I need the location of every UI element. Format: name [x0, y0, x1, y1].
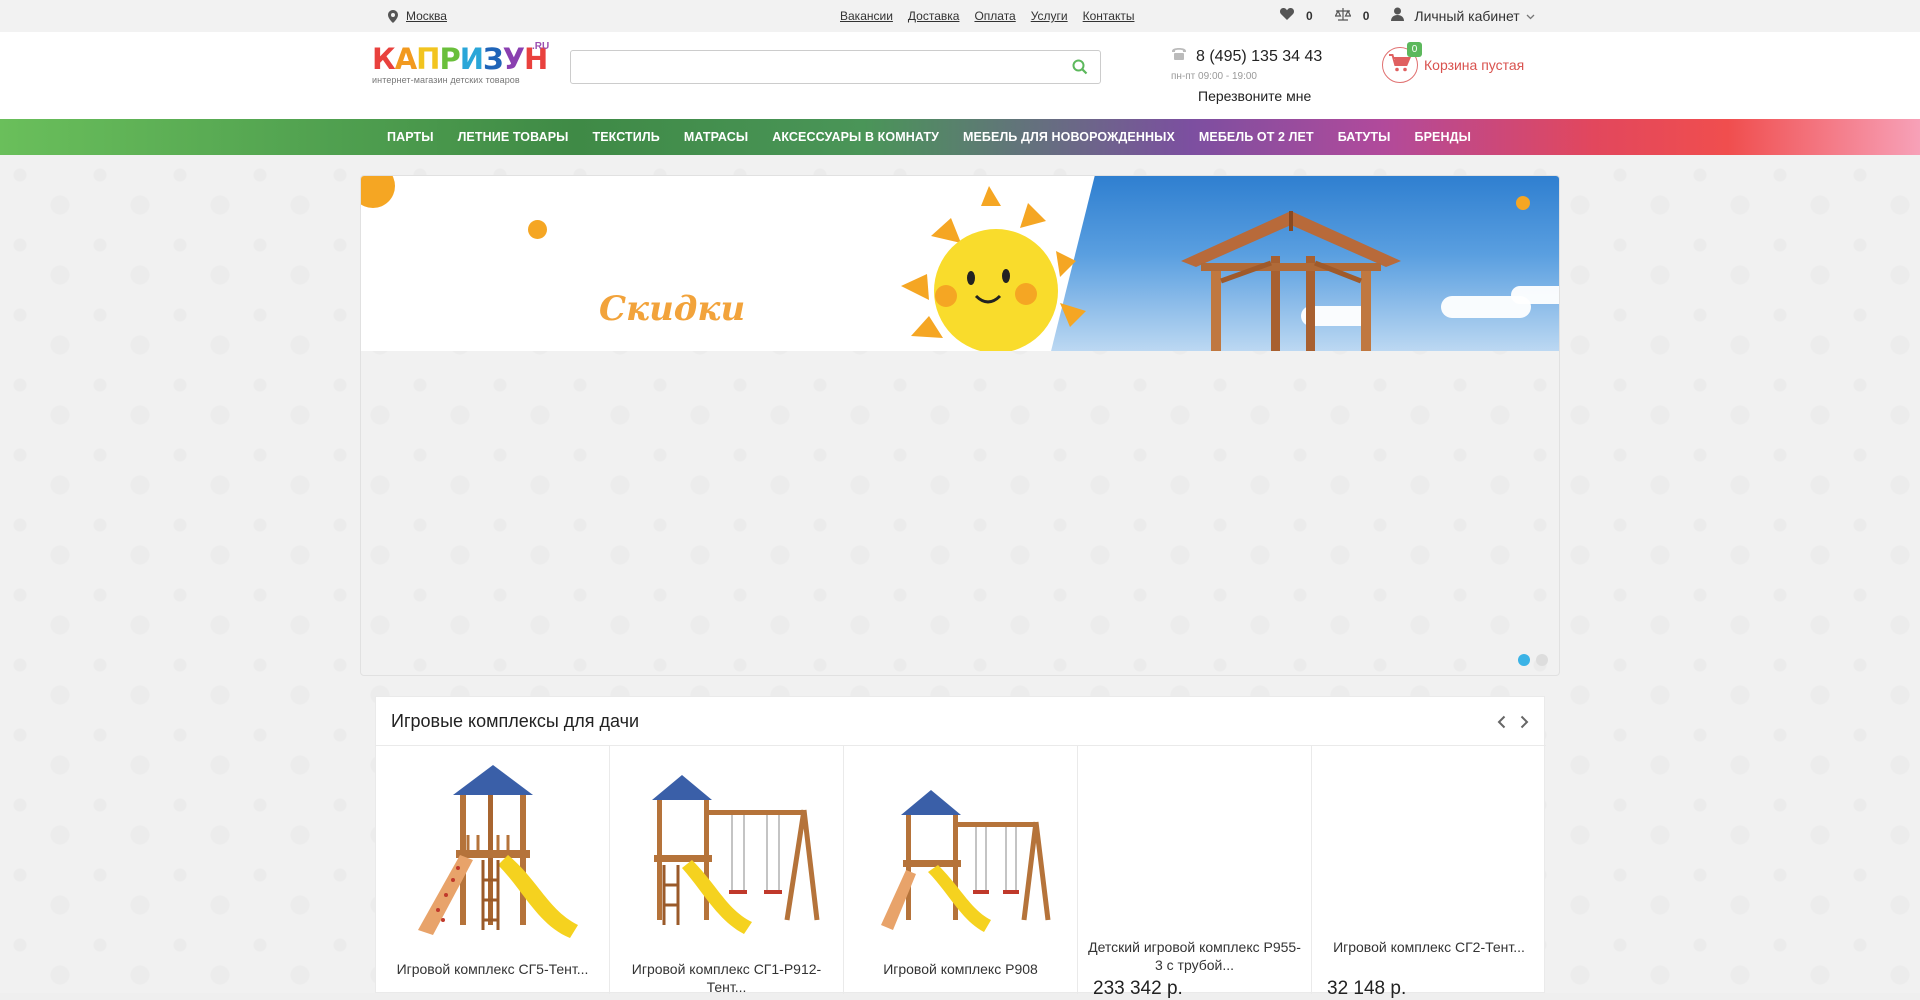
product-card[interactable]: Игровой комплекс Р908 [844, 746, 1078, 994]
location-pin-icon [388, 9, 398, 23]
menu-item-textile[interactable]: Текстиль [592, 130, 659, 144]
sun-illustration [901, 186, 1086, 351]
product-price: 233 342 р. [1093, 978, 1183, 999]
chevron-down-icon[interactable] [1526, 9, 1535, 23]
product-name[interactable]: Игровой комплекс СГ1-Р912-Тент... [618, 960, 835, 996]
product-price: 32 148 р. [1327, 978, 1407, 999]
product-name[interactable]: Игровой комплекс СГ2-Тент... [1320, 938, 1538, 956]
chevron-right-icon[interactable] [1520, 715, 1529, 734]
banner-sale-text: Скидки [599, 289, 746, 329]
main-menu: Парты Летние товары Текстиль Матрасы Акс… [0, 119, 1920, 155]
compare-scales-icon[interactable] [1334, 7, 1352, 24]
menu-item-trampolines[interactable]: Батуты [1338, 130, 1391, 144]
top-nav-contacts[interactable]: Контакты [1083, 9, 1135, 23]
logo-word: КАПРИЗУН [372, 42, 548, 76]
logo-suffix: .RU [532, 41, 550, 52]
user-icon[interactable] [1391, 7, 1405, 24]
city-link[interactable]: Москва [406, 9, 447, 23]
phone-icon [1170, 47, 1188, 66]
site-logo[interactable]: КАПРИЗУН .RU интернет-магазин детских то… [372, 41, 552, 93]
carousel-title: Игровые комплексы для дачи [391, 711, 640, 731]
logo-tagline: интернет-магазин детских товаров [372, 75, 520, 85]
city-selector[interactable]: Москва [388, 9, 447, 23]
top-nav-delivery[interactable]: Доставка [908, 9, 960, 23]
search-box [570, 50, 1101, 84]
carousel-arrows [1497, 715, 1529, 734]
cloud [1511, 286, 1559, 304]
cart-count-badge: 0 [1407, 42, 1422, 57]
menu-item-furniture-2plus[interactable]: Мебель от 2 лет [1199, 130, 1314, 144]
cart-icon [1389, 53, 1412, 77]
promo-banner[interactable]: Скидки [361, 176, 1559, 351]
favorites-count: 0 [1306, 8, 1313, 23]
site-header: КАПРИЗУН .RU интернет-магазин детских то… [0, 32, 1920, 119]
product-name[interactable]: Детский игровой комплекс Р955-3 с трубой… [1086, 938, 1303, 974]
promo-slider[interactable]: Скидки [360, 175, 1560, 676]
phone-number[interactable]: 8 (495) 135 34 43 [1196, 48, 1322, 66]
product-card[interactable]: Игровой комплекс СГ5-Тент... [376, 746, 610, 994]
decor-dot [1516, 196, 1530, 210]
top-nav: Вакансии Доставка Оплата Услуги Контакты [840, 9, 1134, 23]
product-list: Игровой комплекс СГ5-Тент... Игровой ком… [376, 746, 1546, 999]
working-hours: пн-пт 09:00 - 19:00 [1171, 71, 1257, 82]
product-image-play-tower-swings[interactable] [632, 760, 822, 940]
slider-dot[interactable] [1518, 654, 1530, 666]
menu-item-brands[interactable]: Бренды [1415, 130, 1471, 144]
menu-item-desks[interactable]: Парты [387, 130, 434, 144]
phone-block: 8 (495) 135 34 43 [1170, 47, 1322, 66]
menu-item-mattresses[interactable]: Матрасы [684, 130, 748, 144]
decor-dot [361, 176, 395, 208]
product-image-play-tower-swings-small[interactable] [866, 760, 1056, 940]
slider-dot[interactable] [1536, 654, 1548, 666]
search-input[interactable] [571, 51, 1051, 83]
product-card[interactable]: Детский игровой комплекс Р955-3 с трубой… [1078, 746, 1312, 999]
cart-label[interactable]: Корзина пустая [1424, 57, 1524, 73]
top-right-tools: 0 0 Личный кабинет [1280, 7, 1535, 24]
top-nav-payment[interactable]: Оплата [974, 9, 1015, 23]
product-name[interactable]: Игровой комплекс Р908 [852, 960, 1069, 978]
top-nav-services[interactable]: Услуги [1031, 9, 1068, 23]
compare-count: 0 [1362, 8, 1370, 23]
heart-icon[interactable] [1280, 7, 1294, 23]
product-card[interactable]: Игровой комплекс СГ2-Тент... 32 148 р. [1312, 746, 1546, 999]
gazebo-illustration [1181, 211, 1401, 351]
menu-item-room-accessories[interactable]: Аксессуары в комнату [772, 130, 939, 144]
callback-link[interactable]: Перезвоните мне [1198, 88, 1311, 104]
cart-icon-wrapper[interactable]: 0 [1382, 42, 1422, 83]
product-card[interactable]: Игровой комплекс СГ1-Р912-Тент... [610, 746, 844, 996]
top-bar: Москва Вакансии Доставка Оплата Услуги К… [0, 0, 1920, 32]
cart-widget[interactable]: 0 Корзина пустая [1382, 42, 1524, 83]
decor-dot [528, 220, 547, 239]
account-link[interactable]: Личный кабинет [1414, 8, 1519, 24]
product-image-play-tower-climbing-wall[interactable] [398, 760, 588, 940]
top-nav-vacancies[interactable]: Вакансии [840, 9, 893, 23]
menu-item-newborn-furniture[interactable]: Мебель для новорожденных [963, 130, 1175, 144]
product-carousel: Игровые комплексы для дачи Игровой компл… [375, 696, 1546, 999]
product-name[interactable]: Игровой комплекс СГ5-Тент... [384, 960, 601, 978]
menu-item-summer-goods[interactable]: Летние товары [458, 130, 569, 144]
search-icon[interactable] [1072, 59, 1088, 80]
chevron-left-icon[interactable] [1497, 715, 1506, 734]
slider-pagination [1518, 654, 1548, 666]
